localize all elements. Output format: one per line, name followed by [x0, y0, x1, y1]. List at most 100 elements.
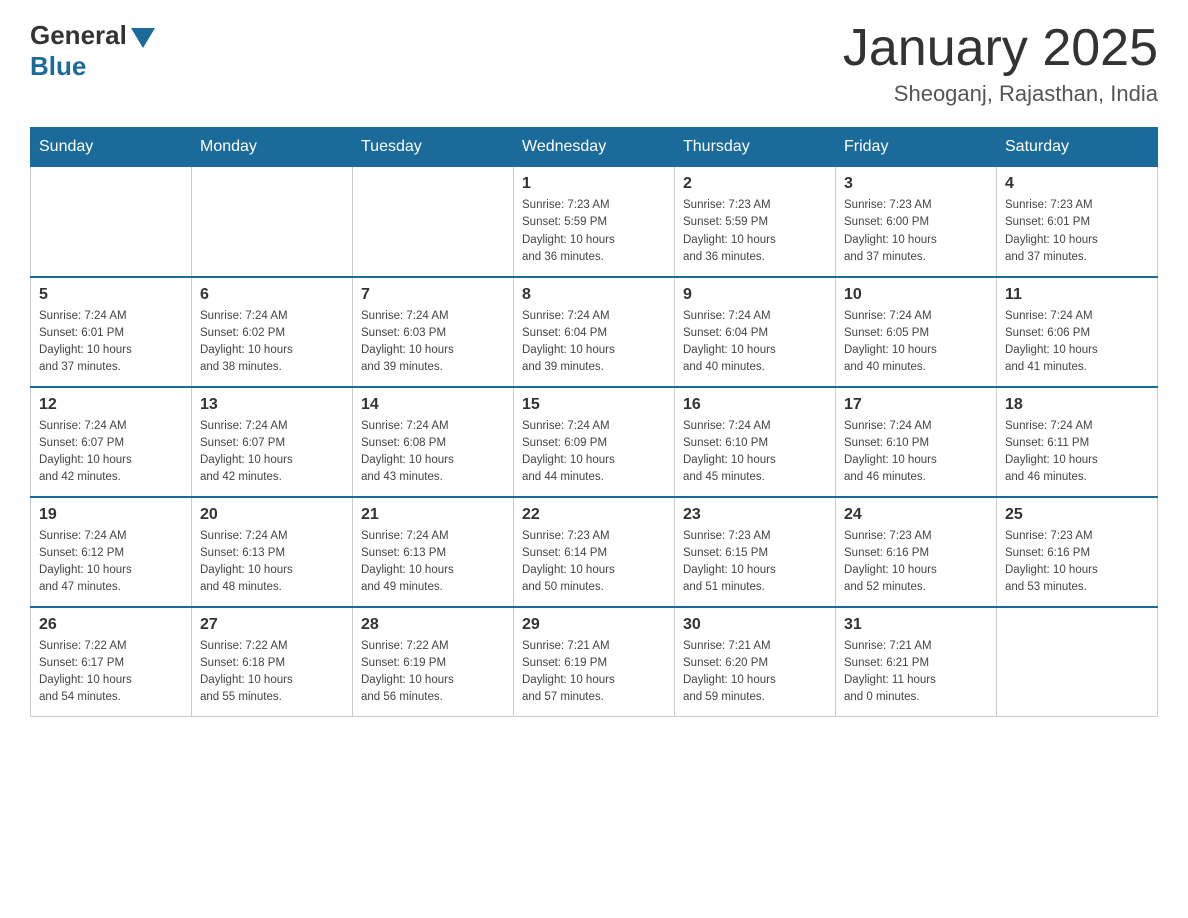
- calendar-cell: 30Sunrise: 7:21 AM Sunset: 6:20 PM Dayli…: [675, 607, 836, 717]
- day-number: 17: [844, 396, 988, 414]
- day-number: 21: [361, 506, 505, 524]
- day-number: 22: [522, 506, 666, 524]
- main-title: January 2025: [843, 20, 1158, 77]
- calendar-cell: 6 Sunrise: 7:24 AM Sunset: 6:02 PM Daylig…: [192, 277, 353, 387]
- day-info: Sunrise: 7:21 AM Sunset: 6:21 PM Dayligh…: [844, 638, 988, 707]
- day-number: 20: [200, 506, 344, 524]
- day-number: 14: [361, 396, 505, 414]
- calendar-week-row: 12 Sunrise: 7:24 AM Sunset: 6:07 PM Dayli…: [31, 387, 1158, 497]
- day-number: 13: [200, 396, 344, 414]
- day-number: 31: [844, 616, 988, 634]
- day-number: 10: [844, 286, 988, 304]
- day-info: Sunrise: 7:21 AM Sunset: 6:19 PM Dayligh…: [522, 638, 666, 707]
- calendar-cell: [997, 607, 1158, 717]
- calendar-cell: 17 Sunrise: 7:24 AM Sunset: 6:10 PM Dayli…: [836, 387, 997, 497]
- calendar-cell: 28 Sunrise: 7:22 AM Sunset: 6:19 PM Dayli…: [353, 607, 514, 717]
- calendar-cell: 29 Sunrise: 7:21 AM Sunset: 6:19 PM Dayli…: [514, 607, 675, 717]
- day-number: 26: [39, 616, 183, 634]
- page-header: General Blue January 2025 Sheoganj, Raja…: [30, 20, 1158, 107]
- day-info: Sunrise: 7:22 AM Sunset: 6:19 PM Dayligh…: [361, 638, 505, 707]
- day-number: 6: [200, 286, 344, 304]
- day-info: Sunrise: 7:24 AM Sunset: 6:06 PM Dayligh…: [1005, 308, 1149, 377]
- day-info: Sunrise: 7:24 AM Sunset: 6:11 PM Dayligh…: [1005, 418, 1149, 487]
- day-number: 7: [361, 286, 505, 304]
- day-number: 23: [683, 506, 827, 524]
- day-number: 4: [1005, 175, 1149, 193]
- day-info: Sunrise: 7:24 AM Sunset: 6:08 PM Dayligh…: [361, 418, 505, 487]
- calendar-week-row: 5Sunrise: 7:24 AM Sunset: 6:01 PM Daylig…: [31, 277, 1158, 387]
- day-number: 9: [683, 286, 827, 304]
- calendar-week-row: 19 Sunrise: 7:24 AM Sunset: 6:12 PM Dayli…: [31, 497, 1158, 607]
- day-info: Sunrise: 7:24 AM Sunset: 6:09 PM Dayligh…: [522, 418, 666, 487]
- calendar-cell: [192, 167, 353, 277]
- day-info: Sunrise: 7:23 AM Sunset: 6:16 PM Dayligh…: [1005, 528, 1149, 597]
- day-info: Sunrise: 7:22 AM Sunset: 6:18 PM Dayligh…: [200, 638, 344, 707]
- calendar-cell: [353, 167, 514, 277]
- day-info: Sunrise: 7:24 AM Sunset: 6:13 PM Dayligh…: [361, 528, 505, 597]
- calendar-table: SundayMondayTuesdayWednesdayThursdayFrid…: [30, 127, 1158, 717]
- day-number: 19: [39, 506, 183, 524]
- day-number: 27: [200, 616, 344, 634]
- calendar-cell: 31 Sunrise: 7:21 AM Sunset: 6:21 PM Dayli…: [836, 607, 997, 717]
- calendar-cell: 22Sunrise: 7:23 AM Sunset: 6:14 PM Dayli…: [514, 497, 675, 607]
- column-header-friday: Friday: [836, 128, 997, 167]
- calendar-cell: 21 Sunrise: 7:24 AM Sunset: 6:13 PM Dayli…: [353, 497, 514, 607]
- day-info: Sunrise: 7:24 AM Sunset: 6:07 PM Dayligh…: [39, 418, 183, 487]
- calendar-cell: 1Sunrise: 7:23 AM Sunset: 5:59 PM Daylig…: [514, 167, 675, 277]
- day-info: Sunrise: 7:24 AM Sunset: 6:04 PM Dayligh…: [683, 308, 827, 377]
- column-header-tuesday: Tuesday: [353, 128, 514, 167]
- title-section: January 2025 Sheoganj, Rajasthan, India: [843, 20, 1158, 107]
- day-info: Sunrise: 7:23 AM Sunset: 6:00 PM Dayligh…: [844, 197, 988, 266]
- day-info: Sunrise: 7:22 AM Sunset: 6:17 PM Dayligh…: [39, 638, 183, 707]
- calendar-week-row: 1Sunrise: 7:23 AM Sunset: 5:59 PM Daylig…: [31, 167, 1158, 277]
- calendar-cell: 4 Sunrise: 7:23 AM Sunset: 6:01 PM Daylig…: [997, 167, 1158, 277]
- calendar-header-row: SundayMondayTuesdayWednesdayThursdayFrid…: [31, 128, 1158, 167]
- column-header-wednesday: Wednesday: [514, 128, 675, 167]
- calendar-cell: 3 Sunrise: 7:23 AM Sunset: 6:00 PM Daylig…: [836, 167, 997, 277]
- day-info: Sunrise: 7:24 AM Sunset: 6:05 PM Dayligh…: [844, 308, 988, 377]
- calendar-cell: 23 Sunrise: 7:23 AM Sunset: 6:15 PM Dayli…: [675, 497, 836, 607]
- day-info: Sunrise: 7:24 AM Sunset: 6:10 PM Dayligh…: [844, 418, 988, 487]
- calendar-cell: 27 Sunrise: 7:22 AM Sunset: 6:18 PM Dayli…: [192, 607, 353, 717]
- calendar-cell: 8 Sunrise: 7:24 AM Sunset: 6:04 PM Daylig…: [514, 277, 675, 387]
- day-info: Sunrise: 7:23 AM Sunset: 6:15 PM Dayligh…: [683, 528, 827, 597]
- calendar-cell: 13Sunrise: 7:24 AM Sunset: 6:07 PM Dayli…: [192, 387, 353, 497]
- calendar-cell: 10 Sunrise: 7:24 AM Sunset: 6:05 PM Dayli…: [836, 277, 997, 387]
- calendar-cell: 20 Sunrise: 7:24 AM Sunset: 6:13 PM Dayli…: [192, 497, 353, 607]
- day-number: 29: [522, 616, 666, 634]
- day-info: Sunrise: 7:23 AM Sunset: 6:16 PM Dayligh…: [844, 528, 988, 597]
- day-info: Sunrise: 7:24 AM Sunset: 6:10 PM Dayligh…: [683, 418, 827, 487]
- day-number: 16: [683, 396, 827, 414]
- calendar-cell: 5Sunrise: 7:24 AM Sunset: 6:01 PM Daylig…: [31, 277, 192, 387]
- calendar-cell: 18 Sunrise: 7:24 AM Sunset: 6:11 PM Dayli…: [997, 387, 1158, 497]
- day-number: 12: [39, 396, 183, 414]
- day-number: 24: [844, 506, 988, 524]
- day-info: Sunrise: 7:24 AM Sunset: 6:04 PM Dayligh…: [522, 308, 666, 377]
- day-number: 2: [683, 175, 827, 193]
- day-info: Sunrise: 7:24 AM Sunset: 6:01 PM Dayligh…: [39, 308, 183, 377]
- calendar-cell: 26 Sunrise: 7:22 AM Sunset: 6:17 PM Dayli…: [31, 607, 192, 717]
- day-info: Sunrise: 7:23 AM Sunset: 5:59 PM Dayligh…: [683, 197, 827, 266]
- logo-triangle-icon: [131, 28, 155, 48]
- logo: General Blue: [30, 20, 155, 82]
- calendar-cell: [31, 167, 192, 277]
- day-number: 11: [1005, 286, 1149, 304]
- day-number: 8: [522, 286, 666, 304]
- day-info: Sunrise: 7:24 AM Sunset: 6:13 PM Dayligh…: [200, 528, 344, 597]
- day-info: Sunrise: 7:24 AM Sunset: 6:02 PM Dayligh…: [200, 308, 344, 377]
- day-info: Sunrise: 7:23 AM Sunset: 6:01 PM Dayligh…: [1005, 197, 1149, 266]
- day-info: Sunrise: 7:24 AM Sunset: 6:03 PM Dayligh…: [361, 308, 505, 377]
- calendar-cell: 14 Sunrise: 7:24 AM Sunset: 6:08 PM Dayli…: [353, 387, 514, 497]
- subtitle: Sheoganj, Rajasthan, India: [843, 81, 1158, 107]
- calendar-cell: 15Sunrise: 7:24 AM Sunset: 6:09 PM Dayli…: [514, 387, 675, 497]
- day-number: 3: [844, 175, 988, 193]
- calendar-cell: 11 Sunrise: 7:24 AM Sunset: 6:06 PM Dayli…: [997, 277, 1158, 387]
- calendar-cell: 7 Sunrise: 7:24 AM Sunset: 6:03 PM Daylig…: [353, 277, 514, 387]
- column-header-thursday: Thursday: [675, 128, 836, 167]
- day-number: 28: [361, 616, 505, 634]
- day-info: Sunrise: 7:24 AM Sunset: 6:12 PM Dayligh…: [39, 528, 183, 597]
- calendar-cell: 19 Sunrise: 7:24 AM Sunset: 6:12 PM Dayli…: [31, 497, 192, 607]
- day-number: 18: [1005, 396, 1149, 414]
- day-number: 25: [1005, 506, 1149, 524]
- calendar-week-row: 26 Sunrise: 7:22 AM Sunset: 6:17 PM Dayli…: [31, 607, 1158, 717]
